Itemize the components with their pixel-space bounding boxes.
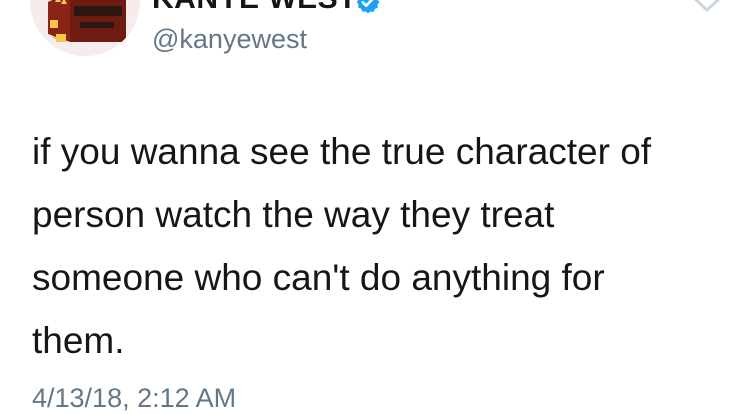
avatar[interactable] [30, 0, 140, 56]
tweet-text-line: person watch the way they treat [32, 194, 555, 235]
tweet-text-line: if you wanna see the true character of [32, 131, 652, 172]
verified-badge-icon [356, 0, 380, 14]
tweet-timestamp[interactable]: 4/13/18, 2:12 AM [32, 383, 236, 414]
author-handle[interactable]: @kanyewest [152, 24, 307, 55]
chevron-down-icon[interactable] [690, 0, 724, 16]
tweet-text-line: someone who can't do anything for [32, 257, 605, 298]
display-name[interactable]: KANYE WEST [152, 0, 357, 16]
avatar-image [30, 0, 140, 56]
tweet-text: if you wanna see the true character of p… [32, 120, 732, 372]
tweet-text-line: them. [32, 320, 125, 361]
